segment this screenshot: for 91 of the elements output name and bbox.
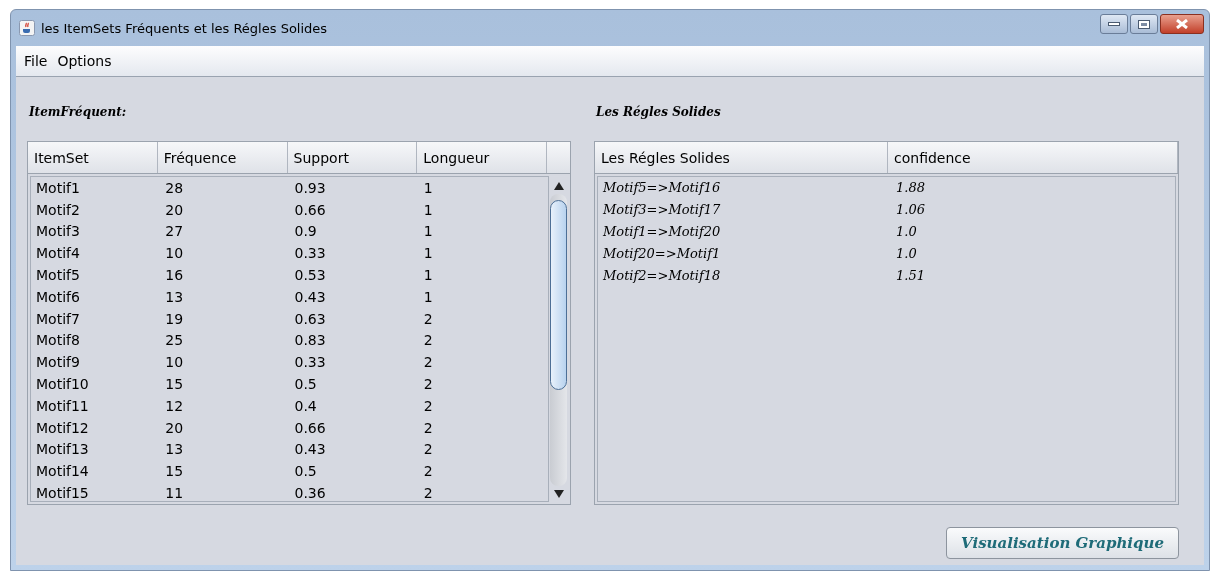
close-icon xyxy=(1175,19,1189,29)
table-cell-text: Motif11 xyxy=(35,397,90,414)
table-cell-text: Motif3=>Motif17 xyxy=(602,202,722,218)
table-cell-text: 20 xyxy=(164,419,185,436)
table-cell-text: 20 xyxy=(164,201,185,218)
scroll-up-icon[interactable] xyxy=(553,182,564,190)
close-button[interactable] xyxy=(1160,14,1204,34)
table-cell-text: 15 xyxy=(164,376,185,393)
table-cell-text: 19 xyxy=(164,310,185,327)
table-cell-text: 1 xyxy=(422,245,434,262)
table-cell-text: 16 xyxy=(164,267,185,284)
table-cell-text: 13 xyxy=(164,441,185,458)
table-cell-text: 0.93 xyxy=(293,179,327,196)
table-cell-text: 2 xyxy=(422,463,434,480)
table-cell-text: Motif7 xyxy=(35,310,81,327)
menu-item[interactable]: File xyxy=(24,53,48,69)
table-cell-text: 12 xyxy=(164,397,185,414)
table-cell-text: 25 xyxy=(164,332,185,349)
table-cell-text: Motif9 xyxy=(35,354,81,371)
scroll-down-icon[interactable] xyxy=(553,490,564,498)
table-cell-text: 27 xyxy=(164,223,185,240)
table-cell-text: 0.53 xyxy=(293,267,327,284)
table-cell-text: Motif1=>Motif20 xyxy=(602,224,722,239)
table-cell-text: Motif20=>Motif1 xyxy=(602,245,722,261)
table-cell-text: 0.83 xyxy=(293,332,327,349)
table-cell-text: 1.06 xyxy=(895,202,926,218)
table-cell-text: 1 xyxy=(422,288,434,305)
table-cell-text: 10 xyxy=(164,245,185,262)
table-cell-text: 1 xyxy=(422,267,434,284)
table-cell-text: 10 xyxy=(164,354,185,371)
table-cell-text: 2 xyxy=(422,485,434,501)
table-cell-text: Motif4 xyxy=(35,245,81,262)
table-cell-text: 0.36 xyxy=(293,485,327,501)
table-cell-text: 0.4 xyxy=(293,397,318,414)
table-cell-text: 0.33 xyxy=(293,245,327,262)
table-cell-text: 13 xyxy=(164,288,185,305)
column-header[interactable]: Support xyxy=(287,142,418,173)
table-cell-text: Motif10 xyxy=(35,376,90,393)
table-cell-text: Motif6 xyxy=(35,288,81,305)
table-cell-text: 2 xyxy=(422,310,434,327)
table-cell-text: 2 xyxy=(422,397,434,414)
scroll-thumb[interactable] xyxy=(550,200,567,390)
table-cell-text: 2 xyxy=(422,376,434,393)
minimize-icon xyxy=(1108,22,1120,26)
table-cell-text: 1 xyxy=(422,201,434,218)
table-cell-text: 0.43 xyxy=(293,288,327,305)
table-cell-text: 0.5 xyxy=(293,463,318,480)
table-cell-text: Motif15 xyxy=(35,485,90,501)
table-cell-text: Motif3 xyxy=(35,223,81,240)
visualisation-button[interactable]: Visualisation Graphique xyxy=(946,527,1179,559)
table-cell-text: 1.0 xyxy=(895,245,918,261)
table-cell-text: 0.63 xyxy=(293,310,327,327)
table-cell-text: 2 xyxy=(422,354,434,371)
maximize-button[interactable] xyxy=(1130,14,1158,34)
table-cell-text: 2 xyxy=(422,441,434,458)
table-cell-text: 1.0 xyxy=(895,224,918,239)
table-cell-text: 0.33 xyxy=(293,354,327,371)
table-cell-text: 1.51 xyxy=(895,267,926,283)
table-cell-text: 0.66 xyxy=(293,419,327,436)
table-cell-text: 11 xyxy=(164,485,185,501)
table-cell-text: 0.5 xyxy=(293,376,318,393)
table-cell-text: 1 xyxy=(422,223,434,240)
column-header[interactable]: Fréquence xyxy=(157,142,288,173)
table-cell-text: 0.43 xyxy=(293,441,327,458)
section-label: ItemFréquent: xyxy=(29,105,128,121)
table-cell-text: Motif5=>Motif16 xyxy=(602,180,722,196)
column-header[interactable]: ItemSet xyxy=(28,142,158,173)
table-cell-text: Motif5 xyxy=(35,267,81,284)
table-cell-text: 2 xyxy=(422,419,434,436)
window-title: les ItemSets Fréquents et les Régles Solides xyxy=(41,20,328,36)
table-cell-text: 1.88 xyxy=(895,180,926,196)
table-cell-text: 15 xyxy=(164,463,185,480)
table-cell-text: 0.66 xyxy=(293,201,327,218)
table-cell-text: Motif1 xyxy=(35,179,81,196)
table-cell-text: 2 xyxy=(422,332,434,349)
column-header[interactable]: confidence xyxy=(888,142,1178,173)
section-label: Les Régles Solides xyxy=(596,105,722,121)
menu-item[interactable]: Options xyxy=(57,53,112,69)
table-cell-text: Motif12 xyxy=(35,419,90,436)
table-cell-text: Motif8 xyxy=(35,332,81,349)
column-header[interactable]: Les Régles Solides xyxy=(595,142,888,173)
column-header[interactable]: Longueur xyxy=(417,142,548,173)
table-cell-text: Motif13 xyxy=(35,441,90,458)
table-cell-text: Motif2 xyxy=(35,201,81,218)
table-cell-text: Motif2=>Motif18 xyxy=(602,267,722,283)
table-cell-text: 0.9 xyxy=(293,223,318,240)
table-cell-text: 28 xyxy=(164,179,185,196)
table-cell-text: 1 xyxy=(422,179,434,196)
table-cell-text: Motif14 xyxy=(35,463,90,480)
minimize-button[interactable] xyxy=(1100,14,1128,34)
maximize-icon xyxy=(1138,19,1150,29)
